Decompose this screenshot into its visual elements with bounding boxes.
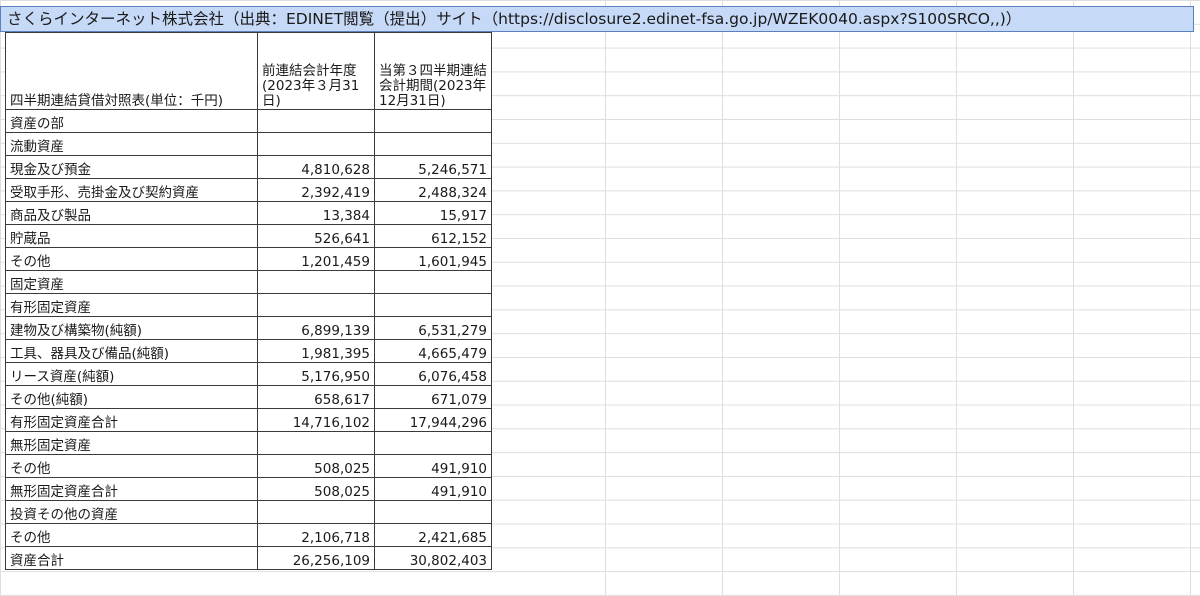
current-value-cell[interactable]: 4,665,479 <box>374 339 492 363</box>
table-row: 資産合計 26,256,109 30,802,403 <box>5 546 492 570</box>
table-row: 建物及び構築物(純額) 6,899,139 6,531,279 <box>5 316 492 340</box>
prev-value-cell[interactable]: 26,256,109 <box>257 546 375 570</box>
prev-value-cell[interactable] <box>257 109 375 133</box>
table-row: 有形固定資産合計 14,716,102 17,944,296 <box>5 408 492 432</box>
prev-value-cell[interactable]: 508,025 <box>257 454 375 478</box>
current-value-cell[interactable]: 6,531,279 <box>374 316 492 340</box>
current-value-cell[interactable]: 2,488,324 <box>374 178 492 202</box>
label-cell[interactable]: その他 <box>5 247 258 271</box>
table-row: その他 2,106,718 2,421,685 <box>5 523 492 547</box>
label-cell[interactable]: 現金及び預金 <box>5 155 258 179</box>
table-row: その他 1,201,459 1,601,945 <box>5 247 492 271</box>
current-value-cell[interactable] <box>374 109 492 133</box>
label-cell[interactable]: 固定資産 <box>5 270 258 294</box>
current-value-cell[interactable]: 17,944,296 <box>374 408 492 432</box>
current-value-cell[interactable] <box>374 500 492 524</box>
table-row: 資産の部 <box>5 109 492 133</box>
prev-value-cell[interactable]: 2,106,718 <box>257 523 375 547</box>
prev-value-cell[interactable]: 1,201,459 <box>257 247 375 271</box>
prev-value-cell[interactable]: 526,641 <box>257 224 375 248</box>
label-cell[interactable]: その他(純額) <box>5 385 258 409</box>
label-cell[interactable]: 資産の部 <box>5 109 258 133</box>
current-value-cell[interactable] <box>374 293 492 317</box>
prev-value-cell[interactable]: 4,810,628 <box>257 155 375 179</box>
table-row: 無形固定資産合計 508,025 491,910 <box>5 477 492 501</box>
balance-sheet-table: 四半期連結貸借対照表(単位：千円) 前連結会計年度(2023年３月31日) 当第… <box>5 32 492 570</box>
label-cell[interactable]: 無形固定資産合計 <box>5 477 258 501</box>
header-label-cell[interactable]: 四半期連結貸借対照表(単位：千円) <box>5 32 258 110</box>
label-cell[interactable]: 資産合計 <box>5 546 258 570</box>
current-value-cell[interactable]: 15,917 <box>374 201 492 225</box>
label-cell[interactable]: 建物及び構築物(純額) <box>5 316 258 340</box>
prev-value-cell[interactable] <box>257 293 375 317</box>
header-prev-period-cell[interactable]: 前連結会計年度(2023年３月31日) <box>257 32 375 110</box>
prev-value-cell[interactable]: 2,392,419 <box>257 178 375 202</box>
prev-value-cell[interactable]: 658,617 <box>257 385 375 409</box>
table-row: 固定資産 <box>5 270 492 294</box>
prev-value-cell[interactable] <box>257 500 375 524</box>
label-cell[interactable]: その他 <box>5 523 258 547</box>
current-value-cell[interactable] <box>374 270 492 294</box>
label-cell[interactable]: 工具、器具及び備品(純額) <box>5 339 258 363</box>
label-cell[interactable]: 流動資産 <box>5 132 258 156</box>
current-value-cell[interactable] <box>374 132 492 156</box>
current-value-cell[interactable]: 1,601,945 <box>374 247 492 271</box>
prev-value-cell[interactable] <box>257 132 375 156</box>
table-row: その他(純額) 658,617 671,079 <box>5 385 492 409</box>
prev-value-cell[interactable]: 508,025 <box>257 477 375 501</box>
current-value-cell[interactable]: 491,910 <box>374 477 492 501</box>
prev-value-cell[interactable]: 5,176,950 <box>257 362 375 386</box>
current-value-cell[interactable] <box>374 431 492 455</box>
prev-value-cell[interactable]: 13,384 <box>257 201 375 225</box>
current-value-cell[interactable]: 2,421,685 <box>374 523 492 547</box>
spreadsheet-grid[interactable]: さくらインターネット株式会社（出典：EDINET閲覧（提出）サイト（https:… <box>0 0 1200 596</box>
current-value-cell[interactable]: 671,079 <box>374 385 492 409</box>
label-cell[interactable]: 無形固定資産 <box>5 431 258 455</box>
table-row: その他 508,025 491,910 <box>5 454 492 478</box>
current-value-cell[interactable]: 6,076,458 <box>374 362 492 386</box>
prev-value-cell[interactable]: 1,981,395 <box>257 339 375 363</box>
title-cell[interactable]: さくらインターネット株式会社（出典：EDINET閲覧（提出）サイト（https:… <box>0 6 1194 32</box>
table-row: 無形固定資産 <box>5 431 492 455</box>
prev-value-cell[interactable]: 14,716,102 <box>257 408 375 432</box>
table-row: 工具、器具及び備品(純額) 1,981,395 4,665,479 <box>5 339 492 363</box>
current-value-cell[interactable]: 612,152 <box>374 224 492 248</box>
label-cell[interactable]: リース資産(純額) <box>5 362 258 386</box>
table-row: 流動資産 <box>5 132 492 156</box>
prev-value-cell[interactable] <box>257 431 375 455</box>
header-row: 四半期連結貸借対照表(単位：千円) 前連結会計年度(2023年３月31日) 当第… <box>5 32 492 110</box>
table-row: リース資産(純額) 5,176,950 6,076,458 <box>5 362 492 386</box>
current-value-cell[interactable]: 30,802,403 <box>374 546 492 570</box>
label-cell[interactable]: その他 <box>5 454 258 478</box>
current-value-cell[interactable]: 5,246,571 <box>374 155 492 179</box>
prev-value-cell[interactable]: 6,899,139 <box>257 316 375 340</box>
label-cell[interactable]: 受取手形、売掛金及び契約資産 <box>5 178 258 202</box>
table-row: 商品及び製品 13,384 15,917 <box>5 201 492 225</box>
label-cell[interactable]: 商品及び製品 <box>5 201 258 225</box>
table-row: 現金及び預金 4,810,628 5,246,571 <box>5 155 492 179</box>
title-text: さくらインターネット株式会社（出典：EDINET閲覧（提出）サイト（https:… <box>7 10 1022 28</box>
table-row: 有形固定資産 <box>5 293 492 317</box>
label-cell[interactable]: 有形固定資産合計 <box>5 408 258 432</box>
label-cell[interactable]: 貯蔵品 <box>5 224 258 248</box>
label-cell[interactable]: 投資その他の資産 <box>5 500 258 524</box>
label-cell[interactable]: 有形固定資産 <box>5 293 258 317</box>
header-current-period-cell[interactable]: 当第３四半期連結会計期間(2023年12月31日) <box>374 32 492 110</box>
table-row: 投資その他の資産 <box>5 500 492 524</box>
table-row: 受取手形、売掛金及び契約資産 2,392,419 2,488,324 <box>5 178 492 202</box>
prev-value-cell[interactable] <box>257 270 375 294</box>
current-value-cell[interactable]: 491,910 <box>374 454 492 478</box>
table-row: 貯蔵品 526,641 612,152 <box>5 224 492 248</box>
